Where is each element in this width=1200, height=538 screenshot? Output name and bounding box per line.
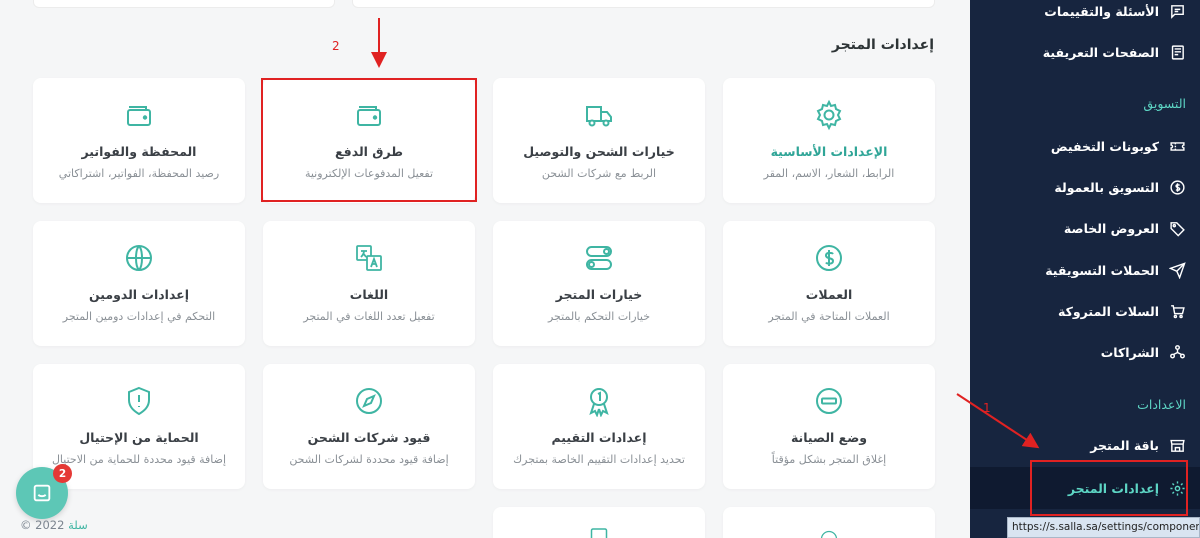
partial-icon (819, 529, 839, 538)
card-subtitle: التحكم في إعدادات دومين المتجر (62, 310, 216, 323)
card-subtitle: الربط مع شركات الشحن (541, 167, 657, 180)
sidebar-item-label: الشراكات (1100, 344, 1159, 360)
card-subtitle: تحديد إعدادات التقييم الخاصة بمتجرك (513, 453, 685, 466)
card-title: خيارات المتجر (555, 287, 643, 302)
footer-copyright: سلة 2022 © (20, 518, 88, 532)
annotation-marker-2: 2 (332, 39, 340, 53)
card-basic-settings[interactable]: الإعدادات الأساسية الرابط، الشعار، الاسم… (723, 78, 935, 203)
card-title: العملات (805, 287, 853, 302)
newspaper-icon (1168, 43, 1186, 61)
card-title: الحماية من الإحتيال (79, 430, 199, 445)
sidebar-item-partnerships[interactable]: الشراكات (970, 331, 1200, 373)
card-title: المحفظة والفواتير (81, 144, 197, 159)
annotation-marker-1: 1 (983, 401, 991, 415)
annotation-highlight-payment-card (261, 78, 477, 202)
sidebar-item-label: العروض الخاصة (1063, 220, 1159, 236)
card-store-options[interactable]: خيارات المتجر خيارات التحكم بالمتجر (493, 221, 705, 346)
card-subtitle: خيارات التحكم بالمتجر (547, 310, 651, 323)
top-card-fragment (352, 0, 935, 8)
footer-brand[interactable]: سلة (68, 518, 88, 532)
chat-icon (33, 484, 51, 502)
card-partial[interactable] (723, 507, 935, 538)
card-shipping-restrictions[interactable]: قيود شركات الشحن إضافة قيود محددة لشركات… (263, 364, 475, 489)
sidebar-item-label: باقة المتجر (1090, 437, 1159, 453)
truck-icon (583, 99, 615, 131)
card-review-settings[interactable]: إعدادات التقييم تحديد إعدادات التقييم ال… (493, 364, 705, 489)
sidebar-item-abandoned-carts[interactable]: السلات المتروكة (970, 290, 1200, 332)
card-subtitle: إغلاق المتجر بشكل مؤقتاً (771, 453, 887, 466)
dollar-circle-icon (813, 242, 845, 274)
globe-icon (123, 242, 155, 274)
sidebar-item-questions-reviews[interactable]: الأسئلة والتقييمات (970, 0, 1200, 32)
card-title: وضع الصيانة (790, 430, 868, 445)
card-maintenance-mode[interactable]: وضع الصيانة إغلاق المتجر بشكل مؤقتاً (723, 364, 935, 489)
card-title: قيود شركات الشحن (307, 430, 431, 445)
card-title: اللغات (349, 287, 389, 302)
partners-icon (1168, 343, 1186, 361)
toggles-icon (583, 242, 615, 274)
card-subtitle: تفعيل تعدد اللغات في المتجر (303, 310, 435, 323)
card-currencies[interactable]: العملات العملات المتاحة في المتجر (723, 221, 935, 346)
shield-alert-icon (123, 385, 155, 417)
sidebar-item-affiliate[interactable]: التسويق بالعمولة (970, 166, 1200, 208)
card-subtitle: رصيد المحفظة، الفواتير، اشتراكاتي (58, 167, 220, 180)
sidebar-item-label: الصفحات التعريفية (1042, 44, 1159, 60)
page-title: إعدادات المتجر (831, 37, 934, 53)
sidebar: الأسئلة والتقييمات الصفحات التعريفية الت… (970, 0, 1200, 538)
card-title: إعدادات الدومين (89, 287, 189, 302)
award-icon (583, 385, 615, 418)
card-shipping-options[interactable]: خيارات الشحن والتوصيل الربط مع شركات الش… (493, 78, 705, 203)
card-languages[interactable]: اللغات تفعيل تعدد اللغات في المتجر (263, 221, 475, 346)
message-square-icon (1168, 2, 1186, 20)
sidebar-item-label: الأسئلة والتقييمات (1044, 3, 1159, 19)
annotation-highlight-sidebar (1030, 460, 1188, 516)
sidebar-item-campaigns[interactable]: الحملات التسويقية (970, 249, 1200, 291)
card-title: إعدادات التقييم (551, 430, 647, 445)
top-card-fragment (33, 0, 335, 8)
store-icon (1168, 436, 1186, 454)
card-title: خيارات الشحن والتوصيل (523, 144, 675, 159)
sidebar-item-info-pages[interactable]: الصفحات التعريفية (970, 31, 1200, 73)
status-bar-url: https://s.salla.sa/settings/component/ba (1007, 517, 1200, 538)
chat-badge-count: 2 (53, 464, 72, 483)
footer-year: 2022 © (20, 518, 65, 532)
sidebar-item-label: السلات المتروكة (1058, 303, 1159, 319)
card-subtitle: الرابط، الشعار، الاسم، المقر (763, 167, 895, 180)
minus-circle-icon (813, 385, 845, 417)
send-icon (1168, 261, 1186, 279)
compass-icon (353, 385, 385, 417)
translate-icon (353, 242, 385, 274)
sidebar-item-label: الحملات التسويقية (1045, 262, 1159, 278)
card-domain-settings[interactable]: إعدادات الدومين التحكم في إعدادات دومين … (33, 221, 245, 346)
card-wallet-invoices[interactable]: المحفظة والفواتير رصيد المحفظة، الفواتير… (33, 78, 245, 203)
partial-icon (587, 526, 611, 538)
sidebar-heading-marketing: التسويق (1143, 96, 1186, 111)
sidebar-item-coupons[interactable]: كوبونات التخفيض (970, 125, 1200, 167)
sidebar-item-label: التسويق بالعمولة (1054, 179, 1159, 195)
dollar-circle-icon (1168, 178, 1186, 196)
wallet-icon (123, 99, 155, 131)
card-subtitle: إضافة قيود محددة لشركات الشحن (289, 453, 449, 466)
sidebar-heading-settings: الاعدادات (1137, 397, 1186, 412)
sidebar-item-label: كوبونات التخفيض (1050, 138, 1159, 154)
card-subtitle: العملات المتاحة في المتجر (768, 310, 890, 323)
cart-icon (1168, 302, 1186, 320)
card-partial[interactable] (493, 507, 705, 538)
card-title: الإعدادات الأساسية (770, 144, 888, 159)
gear-icon (813, 99, 845, 131)
ticket-icon (1168, 137, 1186, 155)
tag-icon (1168, 219, 1186, 237)
sidebar-item-special-offers[interactable]: العروض الخاصة (970, 207, 1200, 249)
